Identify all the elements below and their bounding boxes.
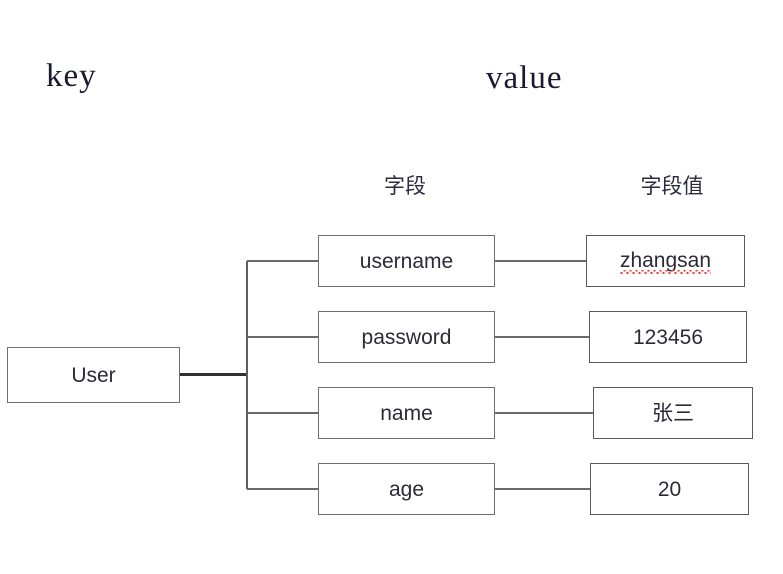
node-field-label: name (380, 401, 433, 425)
node-field-username: username (318, 235, 495, 287)
branch-to-field-name (247, 412, 319, 414)
column-caption-field: 字段 (384, 175, 426, 198)
node-root-label: User (71, 363, 116, 387)
node-value-password: 123456 (589, 311, 747, 363)
branch-to-field-age (247, 488, 319, 490)
node-root-user: User (7, 347, 180, 403)
connector-field-to-value-0 (494, 260, 587, 262)
node-value-label: 123456 (632, 325, 704, 349)
node-field-label: password (361, 325, 452, 349)
connector-field-to-value-2 (494, 412, 594, 414)
node-value-age: 20 (590, 463, 749, 515)
branch-to-field-password (247, 336, 319, 338)
node-value-label: 张三 (652, 401, 694, 425)
column-caption-field-value: 字段值 (640, 175, 704, 198)
heading-value: value (486, 60, 563, 96)
heading-key: key (46, 58, 97, 94)
connector-root-to-spine (180, 373, 248, 377)
diagram-canvas: key value 字段 字段值 User username password … (0, 0, 783, 574)
node-value-label: 20 (657, 477, 682, 501)
connector-field-to-value-1 (494, 336, 590, 338)
node-field-label: username (359, 249, 454, 273)
node-value-username: zhangsan (586, 235, 745, 287)
node-field-name: name (318, 387, 495, 439)
node-value-label: zhangsan (619, 249, 712, 274)
node-value-name: 张三 (593, 387, 753, 439)
node-field-label: age (388, 477, 425, 501)
node-field-age: age (318, 463, 495, 515)
connector-field-to-value-3 (494, 488, 591, 490)
node-field-password: password (318, 311, 495, 363)
branch-to-field-username (247, 260, 319, 262)
branch-spine (246, 261, 249, 489)
